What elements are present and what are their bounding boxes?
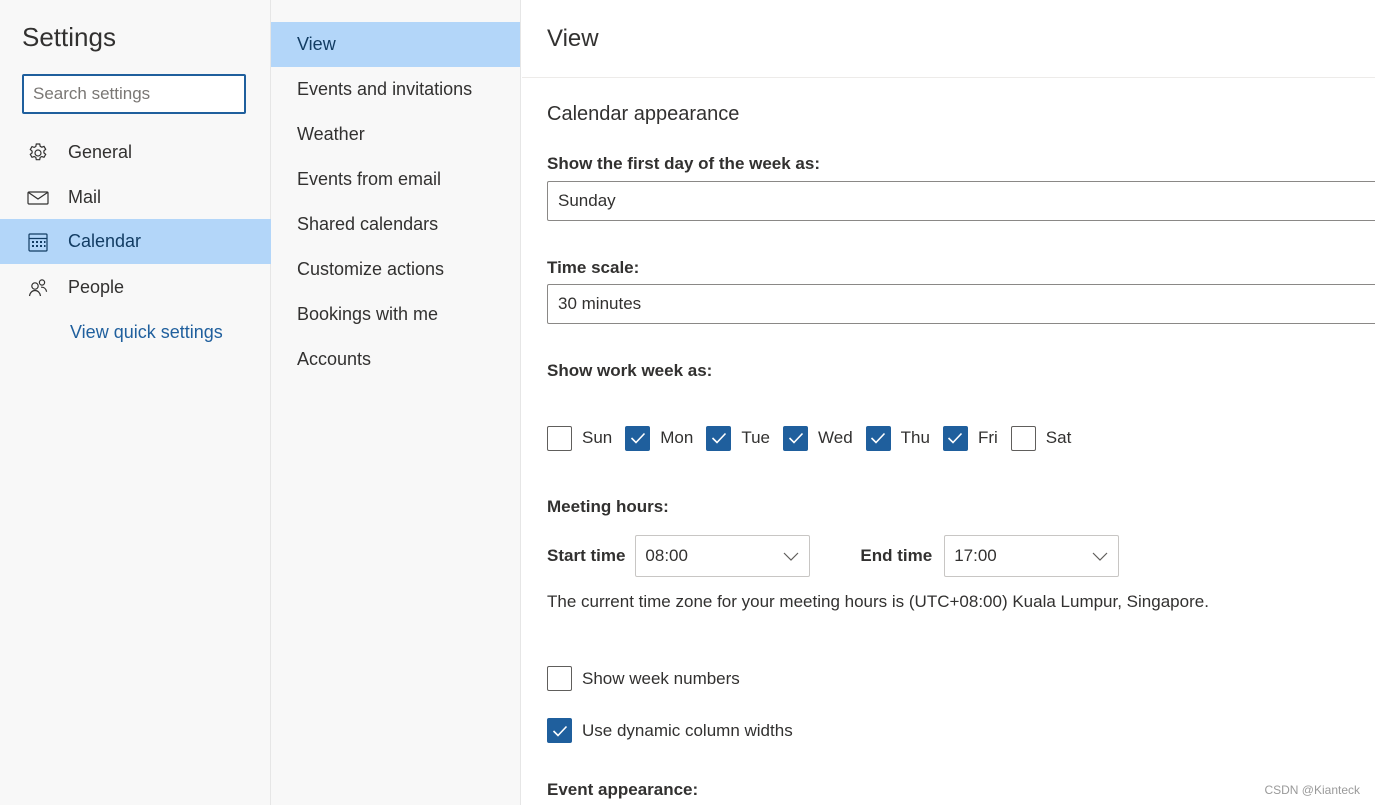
nav-item-label: Calendar: [68, 231, 142, 251]
work-week-days: Sun Mon Tue Wed Thu Fri Sat: [547, 425, 1077, 451]
settings-nav-pane: Settings General Mail: [0, 0, 271, 805]
meeting-hours-row: Start time 08:00 End time 17:00: [547, 535, 1120, 577]
show-week-numbers-option[interactable]: Show week numbers: [547, 666, 740, 691]
day-label: Sun: [582, 428, 613, 447]
nav-item-mail[interactable]: Mail: [0, 175, 271, 220]
nav-item-label: Mail: [68, 187, 102, 207]
time-scale-select[interactable]: 30 minutes: [547, 284, 1375, 324]
time-scale-value: 30 minutes: [558, 294, 642, 313]
end-time-value: 17:00: [954, 546, 997, 565]
nav-item-label: People: [68, 277, 125, 297]
day-thu[interactable]: Thu: [865, 425, 930, 451]
subnav-item-accounts[interactable]: Accounts: [271, 337, 520, 382]
view-settings-pane: View Calendar appearance Show the first …: [522, 0, 1375, 805]
subnav-item-customize-actions[interactable]: Customize actions: [271, 247, 520, 292]
day-label: Sat: [1045, 428, 1072, 447]
nav-item-calendar[interactable]: Calendar: [0, 219, 271, 264]
day-label: Thu: [900, 428, 930, 447]
watermark: CSDN @Kianteck: [1264, 783, 1360, 797]
subnav-item-bookings-with-me[interactable]: Bookings with me: [271, 292, 520, 337]
section-title-calendar-appearance: Calendar appearance: [547, 103, 740, 125]
chevron-down-icon: [1092, 552, 1108, 561]
day-fri[interactable]: Fri: [942, 425, 998, 451]
subnav-item-view[interactable]: View: [271, 22, 520, 67]
checkmark-icon: [871, 432, 886, 444]
dynamic-column-widths-label: Use dynamic column widths: [582, 720, 793, 740]
subnav-item-shared-calendars[interactable]: Shared calendars: [271, 202, 520, 247]
end-time-dropdown[interactable]: 17:00: [944, 535, 1120, 577]
chevron-down-icon: [783, 552, 799, 561]
checkmark-icon: [711, 432, 726, 444]
day-tue[interactable]: Tue: [706, 425, 770, 451]
dynamic-column-widths-checkbox[interactable]: [547, 718, 572, 743]
day-label: Fri: [977, 428, 998, 447]
subnav-item-weather[interactable]: Weather: [271, 112, 520, 157]
day-fri-checkbox[interactable]: [942, 425, 968, 451]
day-sat[interactable]: Sat: [1010, 425, 1072, 451]
first-day-select[interactable]: Sunday: [547, 181, 1375, 221]
day-mon-checkbox[interactable]: [625, 425, 651, 451]
calendar-subnav-pane: View Events and invitations Weather Even…: [271, 0, 521, 805]
timezone-note: The current time zone for your meeting h…: [547, 592, 1209, 611]
day-wed[interactable]: Wed: [783, 425, 853, 451]
end-time-label: End time: [860, 546, 933, 565]
subnav-item-events-and-invitations[interactable]: Events and invitations: [271, 67, 520, 112]
gear-icon: [27, 142, 49, 164]
nav-item-general[interactable]: General: [0, 130, 271, 175]
day-label: Mon: [660, 428, 694, 447]
checkmark-icon: [552, 725, 567, 737]
pane-header: View: [522, 0, 1375, 78]
start-time-value: 08:00: [645, 546, 688, 565]
calendar-icon: [27, 231, 49, 253]
day-sun[interactable]: Sun: [547, 425, 613, 451]
day-mon[interactable]: Mon: [625, 425, 694, 451]
meeting-hours-label: Meeting hours:: [547, 497, 669, 516]
page-title: View: [547, 25, 599, 52]
people-icon: [27, 277, 49, 299]
show-week-numbers-label: Show week numbers: [582, 668, 740, 688]
event-appearance-label: Event appearance:: [547, 780, 699, 799]
day-wed-checkbox[interactable]: [783, 425, 808, 451]
day-thu-checkbox[interactable]: [865, 425, 891, 451]
day-sat-checkbox[interactable]: [1010, 425, 1036, 451]
day-sun-checkbox[interactable]: [547, 425, 572, 451]
settings-title: Settings: [22, 22, 116, 52]
time-scale-label: Time scale:: [547, 258, 640, 277]
first-day-value: Sunday: [558, 191, 616, 210]
start-time-dropdown[interactable]: 08:00: [635, 535, 811, 577]
mail-icon: [27, 187, 49, 209]
checkmark-icon: [948, 432, 963, 444]
work-week-label: Show work week as:: [547, 361, 713, 380]
checkmark-icon: [630, 432, 645, 444]
start-time-label: Start time: [547, 546, 626, 565]
day-tue-checkbox[interactable]: [706, 425, 732, 451]
subnav-item-events-from-email[interactable]: Events from email: [271, 157, 520, 202]
checkmark-icon: [788, 432, 803, 444]
show-week-numbers-checkbox[interactable]: [547, 666, 572, 691]
search-settings-input[interactable]: [22, 74, 246, 114]
view-quick-settings-link[interactable]: View quick settings: [70, 322, 223, 343]
first-day-label: Show the first day of the week as:: [547, 154, 821, 173]
nav-item-label: General: [68, 142, 133, 162]
day-label: Tue: [741, 428, 770, 447]
dynamic-column-widths-option[interactable]: Use dynamic column widths: [547, 718, 793, 743]
day-label: Wed: [818, 428, 853, 447]
nav-item-people[interactable]: People: [0, 265, 271, 310]
